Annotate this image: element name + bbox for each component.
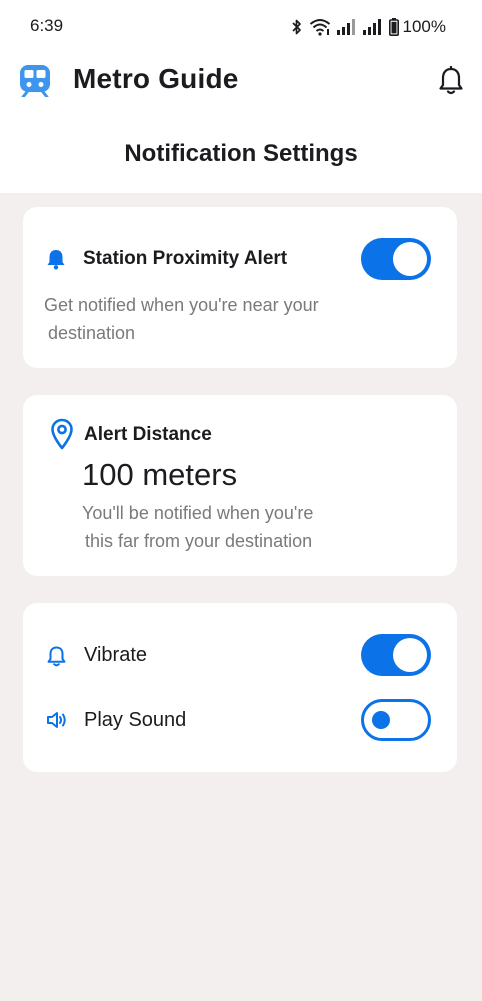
signal-icon-2 [362,19,381,35]
proximity-alert-toggle[interactable] [361,238,431,280]
app-bar: Metro Guide [0,52,482,112]
play-sound-toggle[interactable] [361,699,431,741]
battery-percentage: 100% [402,17,446,36]
signal-icon-1 [336,19,355,35]
page-title: Notification Settings [124,140,358,167]
bell-outline-icon [439,66,463,95]
toggle-knob [372,711,390,729]
alert-distance-description-line1: You'll be notified when you're [82,503,314,523]
play-sound-label: Play Sound [84,709,187,731]
proximity-alert-description-line1: Get notified when you're near your [44,295,319,315]
notifications-button[interactable] [434,64,468,98]
status-icons: 100% [291,16,446,38]
toggle-knob [393,638,427,672]
bell-filled-icon [47,250,65,270]
metro-train-icon [20,65,50,97]
status-time: 6:39 [30,16,64,35]
toggle-knob [393,242,427,276]
proximity-alert-title: Station Proximity Alert [83,248,288,269]
app-title: Metro Guide [73,63,239,94]
speaker-icon [47,712,66,728]
alert-preferences-card: Vibrate Play Sound [23,603,457,772]
alert-distance-card: Alert Distance 100 meters You'll be noti… [23,395,457,576]
bluetooth-icon [291,19,301,35]
status-bar: 6:39 100% [0,0,482,52]
proximity-alert-description-line2: destination [48,323,136,343]
header-area: 6:39 100% Metro Guide Notification Setti… [0,0,482,193]
vibrate-toggle[interactable] [361,634,431,676]
alert-distance-description-line2: this far from your destination [85,531,313,551]
bell-outline-icon [47,646,66,667]
alert-distance-value: 100 meters [82,457,238,492]
proximity-alert-card: Station Proximity Alert Get notified whe… [23,207,457,368]
battery-icon [388,18,399,36]
alert-distance-title: Alert Distance [84,424,212,445]
location-pin-icon [51,418,73,450]
vibrate-label: Vibrate [84,644,148,666]
wifi-icon [309,19,330,36]
